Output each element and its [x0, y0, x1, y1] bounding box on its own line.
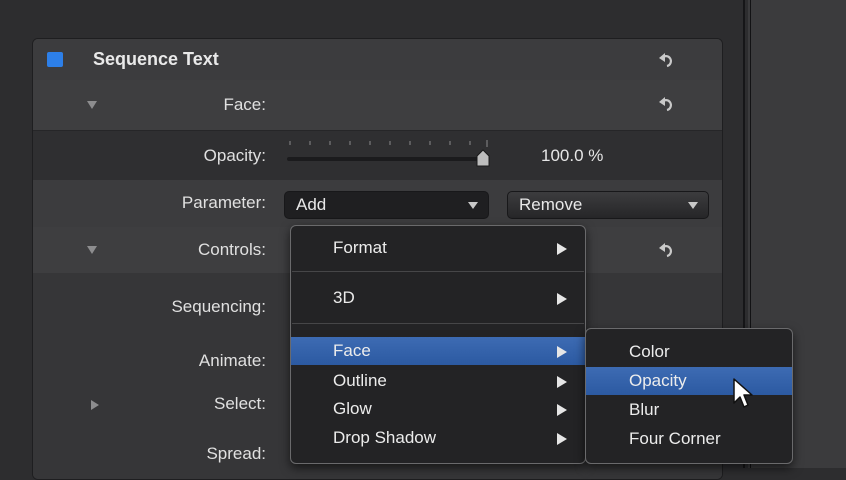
- menu-item-drop-shadow[interactable]: Drop Shadow: [291, 424, 585, 452]
- parameter-row: Parameter: Add Remove: [33, 180, 722, 227]
- popup-arrow-icon: [688, 202, 698, 209]
- reset-arrow-icon[interactable]: [658, 241, 676, 259]
- opacity-slider[interactable]: [287, 157, 483, 161]
- opacity-label: Opacity:: [203, 146, 266, 165]
- opacity-value[interactable]: 100.0 %: [541, 146, 603, 166]
- submenu-item-opacity[interactable]: Opacity: [586, 367, 792, 395]
- menu-item-label: Glow: [333, 399, 372, 418]
- disclosure-triangle-icon[interactable]: [87, 101, 97, 109]
- add-parameter-popup[interactable]: Add: [284, 191, 489, 219]
- submenu-arrow-icon: [557, 346, 567, 358]
- reset-arrow-icon[interactable]: [658, 95, 676, 113]
- face-label: Face:: [223, 95, 266, 114]
- remove-popup-value: Remove: [519, 195, 583, 214]
- menu-item-label: Opacity: [629, 371, 687, 390]
- sequencing-label: Sequencing:: [171, 297, 266, 316]
- menu-item-label: Face: [333, 341, 371, 360]
- menu-item-outline[interactable]: Outline: [291, 367, 585, 395]
- submenu-arrow-icon: [557, 243, 567, 255]
- menu-item-label: Drop Shadow: [333, 428, 437, 447]
- add-popup-value: Add: [296, 195, 327, 214]
- menu-item-label: Blur: [629, 400, 660, 419]
- menu-item-face[interactable]: Face: [291, 337, 585, 365]
- select-label: Select:: [214, 394, 266, 413]
- disclosure-triangle-icon[interactable]: [87, 246, 97, 254]
- slider-ticks: [289, 140, 488, 147]
- submenu-arrow-icon: [557, 293, 567, 305]
- submenu-arrow-icon: [557, 404, 567, 416]
- reset-arrow-icon[interactable]: [658, 51, 676, 69]
- enable-checkbox[interactable]: [47, 52, 63, 67]
- parameter-label: Parameter:: [181, 193, 266, 212]
- menu-item-label: 3D: [333, 288, 355, 307]
- menu-item-3d[interactable]: 3D: [291, 284, 585, 312]
- behavior-title: Sequence Text: [93, 49, 219, 69]
- submenu-item-blur[interactable]: Blur: [586, 396, 792, 424]
- menu-item-label: Outline: [333, 371, 387, 390]
- opacity-row: Opacity: 100.0 %: [33, 130, 722, 182]
- submenu-item-four-corner[interactable]: Four Corner: [586, 425, 792, 453]
- submenu-arrow-icon: [557, 376, 567, 388]
- menu-separator: [292, 271, 584, 272]
- remove-parameter-popup[interactable]: Remove: [507, 191, 709, 219]
- menu-item-glow[interactable]: Glow: [291, 395, 585, 423]
- menu-item-label: Four Corner: [629, 429, 721, 448]
- face-submenu: Color Opacity Blur Four Corner: [585, 328, 793, 464]
- animate-label: Animate:: [198, 351, 266, 370]
- menu-item-format[interactable]: Format: [291, 234, 585, 262]
- add-parameter-menu: Format 3D Face Outline Glow Drop Shadow: [290, 225, 586, 464]
- menu-separator: [292, 323, 584, 324]
- sequence-text-header: Sequence Text: [33, 39, 722, 81]
- submenu-item-color[interactable]: Color: [586, 338, 792, 366]
- mouse-pointer-icon: [732, 377, 758, 413]
- disclosure-triangle-icon[interactable]: [91, 400, 99, 410]
- opacity-slider-thumb[interactable]: [476, 149, 490, 167]
- spread-label: Spread:: [206, 444, 266, 463]
- menu-item-label: Color: [629, 342, 670, 361]
- menu-item-label: Format: [333, 238, 387, 257]
- face-row[interactable]: Face:: [33, 80, 722, 130]
- submenu-arrow-icon: [557, 433, 567, 445]
- popup-arrow-icon: [468, 202, 478, 209]
- controls-label: Controls:: [197, 240, 266, 259]
